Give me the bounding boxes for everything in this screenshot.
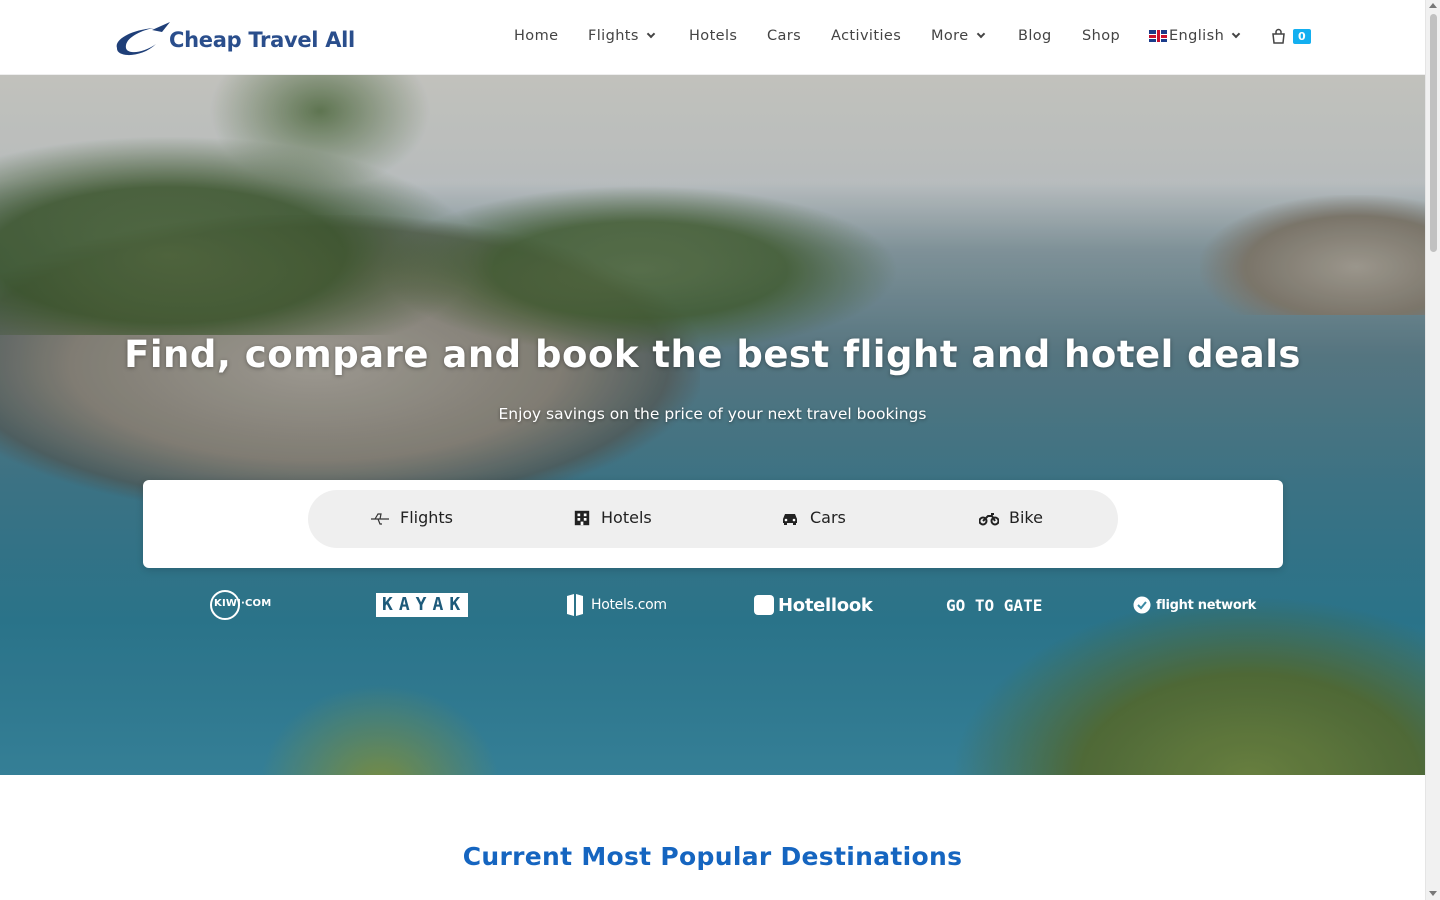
logo-text: Cheap Travel All [169,28,355,52]
partner-kayak-text: KAYAK [376,593,469,617]
tab-bike[interactable]: Bike [979,508,1043,527]
search-tabs: Flights Hotels Cars Bike [308,490,1118,548]
nav-shop-label: Shop [1082,28,1121,44]
hotellook-logo-mark [754,595,774,615]
building-icon [574,510,590,525]
shopping-bag-icon [1272,28,1285,44]
hero-banner: Find, compare and book the best flight a… [0,75,1425,775]
nav-hotels-label: Hotels [689,28,738,44]
tab-hotels[interactable]: Hotels [573,508,652,527]
tab-cars-label: Cars [810,508,846,527]
partner-gotogate-text: GO TO GATE [946,595,1043,615]
partner-logo-gotogate: GO TO GATE [946,590,1042,620]
hero-title: Find, compare and book the best flight a… [124,333,1301,376]
motorcycle-icon [979,512,999,525]
nav-activities[interactable]: Activities [831,28,901,44]
uk-flag-icon [1149,30,1167,42]
nav-blog-label: Blog [1018,28,1052,44]
nav-activities-label: Activities [831,28,902,44]
scroll-down-arrow-icon[interactable] [1429,891,1437,896]
partner-kiwi-text: KIWI·COM [214,598,272,609]
search-widget: Flights Hotels Cars Bike [143,480,1283,568]
scroll-up-arrow-icon[interactable] [1429,3,1437,8]
language-selector[interactable]: English [1149,28,1241,44]
site-logo[interactable]: Cheap Travel All [112,18,355,60]
chevron-down-icon [646,29,656,39]
nav-home-label: Home [514,28,559,44]
cart-count-badge: 0 [1293,29,1311,44]
tab-hotels-label: Hotels [601,508,652,527]
tab-flights[interactable]: Flights [370,508,453,527]
nav-cars-label: Cars [767,28,802,44]
hero-subtitle: Enjoy savings on the price of your next … [498,405,927,423]
partner-logos: KIWI·COM KAYAK Hotels.com Hotellook GO T… [0,590,1425,620]
partner-hotels-com-text: Hotels.com [591,597,667,613]
chevron-down-icon [1231,29,1241,39]
plane-icon [371,512,389,525]
tab-bike-label: Bike [1009,508,1043,527]
partner-hotellook-text: Hotellook [778,594,873,616]
airplane-swoosh-icon [116,22,170,56]
nav-home[interactable]: Home [514,28,558,44]
site-header: Cheap Travel All Home Flights Hotels Car… [0,0,1425,75]
partner-flight-network-text: flight network [1156,597,1256,613]
nav-cars[interactable]: Cars [767,28,801,44]
chevron-down-icon [976,29,985,39]
car-icon [783,513,797,525]
partner-logo-kayak: KAYAK [376,590,469,620]
cart-button[interactable]: 0 [1271,27,1311,44]
nav-flights[interactable]: Flights [588,28,656,44]
scrollbar-thumb[interactable] [1430,14,1437,252]
tab-flights-label: Flights [400,508,453,527]
nav-shop[interactable]: Shop [1082,28,1120,44]
nav-more-label: More [931,28,969,44]
section-title: Current Most Popular Destinations [462,842,963,871]
partner-logo-hotellook: Hotellook [754,590,873,620]
partner-logo-kiwi: KIWI·COM [208,590,271,620]
nav-flights-label: Flights [588,28,639,44]
nav-more[interactable]: More [931,28,985,44]
nav-blog[interactable]: Blog [1018,28,1052,44]
nav-hotels[interactable]: Hotels [689,28,737,44]
language-label: English [1169,28,1225,44]
hotels-com-logo-mark [567,594,583,616]
partner-logo-flight-network: flight network [1133,590,1256,620]
hero-overlay [0,75,1425,775]
tab-cars[interactable]: Cars [780,508,846,527]
page-scrollbar[interactable] [1425,0,1440,900]
check-circle-icon [1133,596,1151,614]
partner-logo-hotels-com: Hotels.com [565,590,667,620]
